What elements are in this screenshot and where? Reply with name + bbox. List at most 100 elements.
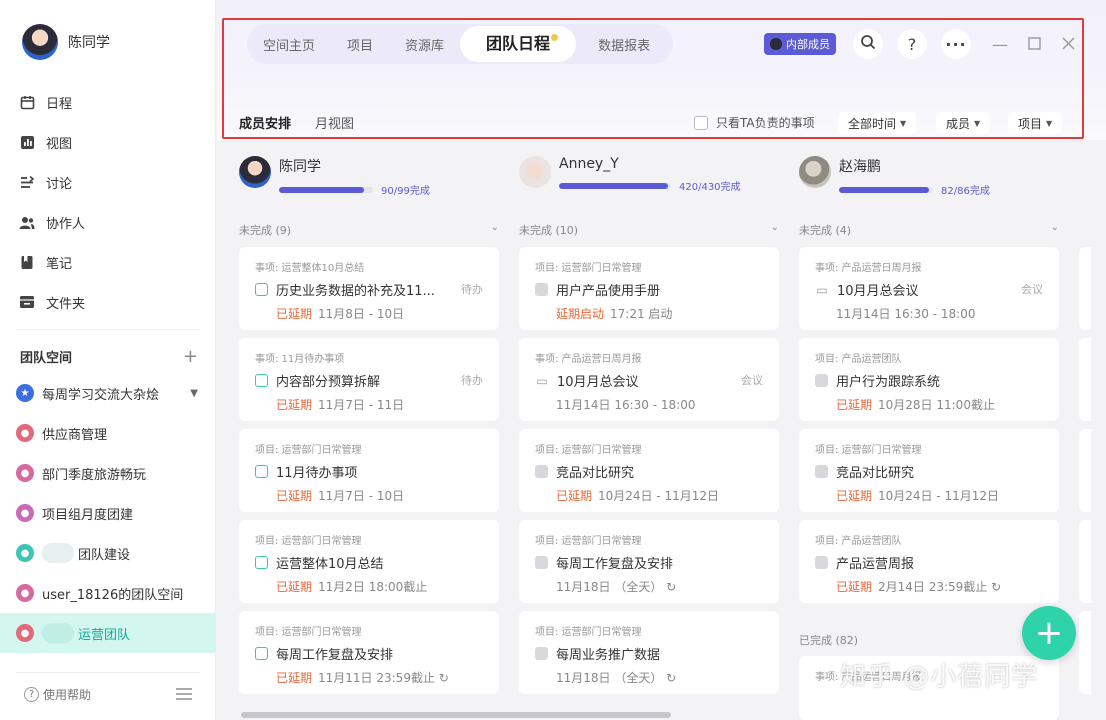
task-card[interactable]: 项目: 运营部门日常管理 运营整体10月总结 已延期 11月2日 18:00截止 bbox=[239, 520, 499, 603]
task-card[interactable]: 项目: 运营部门日常管理 用户产品使用手册 延期启动 17:21 启动 bbox=[519, 247, 779, 330]
sidebar-item-collaborators[interactable]: 协作人 bbox=[0, 202, 216, 242]
task-checkbox[interactable] bbox=[255, 465, 268, 478]
task-card[interactable]: 项目: 产品运营团队 产品运营周报 已延期 2月14日 23:59截止 ↻ bbox=[799, 520, 1059, 603]
task-checkbox[interactable] bbox=[255, 556, 268, 569]
tab-month-view[interactable]: 月视图 bbox=[315, 113, 354, 132]
task-checkbox[interactable] bbox=[535, 465, 548, 478]
card-title: 竞品对比研究 bbox=[836, 466, 915, 481]
space-item-operations[interactable]: ● 运营团队 bbox=[0, 613, 216, 653]
team-space-title: 团队空间 bbox=[20, 351, 73, 366]
maximize-button[interactable] bbox=[1024, 34, 1044, 54]
task-checkbox[interactable] bbox=[255, 283, 268, 296]
member-header[interactable]: Anney_Y 420/430完成 bbox=[519, 156, 741, 193]
task-card[interactable]: 项目: 运营部门日常管理 竞品对比研究 已延期 10月24日 - 11月12日 bbox=[799, 429, 1059, 512]
chevron-down-icon[interactable]: ⌄ bbox=[1051, 222, 1059, 238]
horizontal-scrollbar[interactable] bbox=[241, 712, 671, 718]
card-title: 10月月总会议 bbox=[837, 284, 919, 299]
chevron-down-icon[interactable]: ⌄ bbox=[491, 222, 499, 238]
card-title: 每周工作复盘及安排 bbox=[276, 648, 394, 663]
task-card[interactable]: 项目: 运营部门日常管理 竞品对比研究 已延期 10月24日 - 11月12日 bbox=[519, 429, 779, 512]
divider bbox=[16, 329, 200, 330]
tab-member-schedule[interactable]: 成员安排 bbox=[239, 113, 291, 132]
space-icon: ● bbox=[16, 504, 34, 522]
space-item-team-building-monthly[interactable]: ● 项目组月度团建 bbox=[0, 493, 216, 533]
task-card[interactable]: 事项: 11月待办事项 内容部分预算拆解 待办 已延期 11月7日 - 11日 bbox=[239, 338, 499, 421]
member-header[interactable]: 赵海鹏 82/86完成 bbox=[799, 156, 990, 197]
help-label: 使用帮助 bbox=[43, 688, 92, 702]
card-title: 竞品对比研究 bbox=[556, 466, 635, 481]
only-mine-checkbox[interactable] bbox=[694, 115, 708, 130]
project-filter-dropdown[interactable]: 项目 ▼ bbox=[1008, 112, 1063, 134]
add-task-button[interactable]: + bbox=[1022, 606, 1076, 660]
tab-reports[interactable]: 数据报表 bbox=[598, 35, 650, 54]
task-checkbox[interactable] bbox=[815, 556, 828, 569]
space-item-supplier[interactable]: ● 供应商管理 bbox=[0, 413, 216, 453]
user-profile[interactable]: 陈同学 bbox=[22, 24, 110, 60]
avatar[interactable] bbox=[519, 156, 551, 188]
space-label: 团队建设 bbox=[78, 547, 131, 563]
task-checkbox[interactable] bbox=[535, 556, 548, 569]
tab-space-home[interactable]: 空间主页 bbox=[263, 35, 315, 54]
space-item-travel[interactable]: ● 部门季度旅游畅玩 bbox=[0, 453, 216, 493]
progress-fill bbox=[279, 186, 365, 193]
member-header[interactable]: 陈同学 90/99完成 bbox=[239, 156, 430, 197]
add-space-button[interactable]: + bbox=[183, 346, 198, 367]
group-header-incomplete[interactable]: 未完成 (4) ⌄ bbox=[799, 222, 1059, 238]
member-badge[interactable]: 内部成员 bbox=[764, 33, 836, 55]
task-checkbox[interactable] bbox=[815, 374, 828, 387]
more-button[interactable]: ··· bbox=[941, 29, 971, 59]
sidebar-item-notes[interactable]: 笔记 bbox=[0, 242, 216, 282]
group-label: 未完成 (9) bbox=[239, 224, 292, 237]
card-title: 10月月总会议 bbox=[557, 375, 639, 390]
avatar[interactable] bbox=[239, 156, 271, 188]
avatar[interactable] bbox=[799, 156, 831, 188]
project-filter-label: 项目 bbox=[1018, 116, 1043, 131]
chevron-down-icon[interactable]: ⌄ bbox=[771, 222, 779, 238]
space-item-team-building[interactable]: ● 团队建设 bbox=[0, 533, 216, 573]
close-button[interactable] bbox=[1058, 34, 1078, 54]
task-checkbox[interactable] bbox=[255, 374, 268, 387]
progress-count: 90/99完成 bbox=[381, 186, 430, 197]
space-item-learning[interactable]: ★ 每周学习交流大杂烩 ▼ bbox=[0, 373, 216, 413]
sidebar-item-discussion[interactable]: 讨论 bbox=[0, 162, 216, 202]
menu-icon[interactable] bbox=[176, 688, 192, 703]
card-tag: 待办 bbox=[461, 283, 483, 296]
tab-team-schedule[interactable]: 团队日程 bbox=[460, 26, 577, 62]
group-header-incomplete[interactable]: 未完成 (10) ⌄ bbox=[519, 222, 779, 238]
card-title: 每周工作复盘及安排 bbox=[556, 557, 674, 572]
task-card[interactable]: 事项: 产品运营日周月报 ▭ 10月月总会议 会议 11月14日 16:30 - … bbox=[799, 247, 1059, 330]
time-filter-dropdown[interactable]: 全部时间 ▼ bbox=[838, 112, 917, 134]
search-button[interactable] bbox=[853, 29, 883, 59]
task-card[interactable]: 项目: 运营部门日常管理 11月待办事项 已延期 11月7日 - 10日 bbox=[239, 429, 499, 512]
member-filter-dropdown[interactable]: 成员 ▼ bbox=[936, 112, 991, 134]
caret-down-icon[interactable]: ▼ bbox=[190, 388, 198, 399]
more-icon: ··· bbox=[945, 34, 967, 54]
help-button[interactable]: ? bbox=[897, 29, 927, 59]
task-card[interactable]: 项目: 运营部门日常管理 每周业务推广数据 11月18日 （全天） ↻ bbox=[519, 611, 779, 694]
sidebar-item-schedule[interactable]: 日程 bbox=[0, 82, 216, 122]
task-checkbox[interactable] bbox=[815, 465, 828, 478]
member-name: 赵海鹏 bbox=[839, 159, 881, 175]
space-item-user-space[interactable]: ● user_18126的团队空间 bbox=[0, 573, 216, 613]
avatar[interactable] bbox=[22, 24, 58, 60]
minimize-button[interactable]: — bbox=[990, 34, 1010, 54]
group-header-incomplete[interactable]: 未完成 (9) ⌄ bbox=[239, 222, 499, 238]
tab-projects[interactable]: 项目 bbox=[347, 35, 373, 54]
card-date: 11月7日 - 10日 bbox=[318, 489, 405, 503]
task-checkbox[interactable] bbox=[535, 647, 548, 660]
tab-resources[interactable]: 资源库 bbox=[405, 35, 444, 54]
sidebar-item-folder[interactable]: 文件夹 bbox=[0, 282, 216, 322]
task-card[interactable]: 项目: 运营部门日常管理 每周工作复盘及安排 已延期 11月11日 23:59截止… bbox=[239, 611, 499, 694]
group-header-completed[interactable]: 已完成 (82) bbox=[799, 632, 858, 648]
help-link[interactable]: ? 使用帮助 bbox=[24, 686, 91, 703]
only-mine-filter[interactable]: 只看TA负责的事项 bbox=[694, 114, 815, 131]
task-card[interactable]: 项目: 运营部门日常管理 每周工作复盘及安排 11月18日 （全天） ↻ bbox=[519, 520, 779, 603]
task-checkbox[interactable] bbox=[255, 647, 268, 660]
sidebar-item-label: 笔记 bbox=[46, 256, 73, 272]
sidebar-item-view[interactable]: 视图 bbox=[0, 122, 216, 162]
task-card[interactable]: 事项: 运营整体10月总结 历史业务数据的补充及11... 待办 已延期 11月8… bbox=[239, 247, 499, 330]
task-checkbox[interactable] bbox=[535, 283, 548, 296]
task-card[interactable]: 项目: 产品运营团队 用户行为跟踪系统 已延期 10月28日 11:00截止 bbox=[799, 338, 1059, 421]
task-card[interactable]: 事项: 产品运营日周月报 ▭ 10月月总会议 会议 11月14日 16:30 - … bbox=[519, 338, 779, 421]
space-label: 每周学习交流大杂烩 bbox=[42, 387, 160, 403]
